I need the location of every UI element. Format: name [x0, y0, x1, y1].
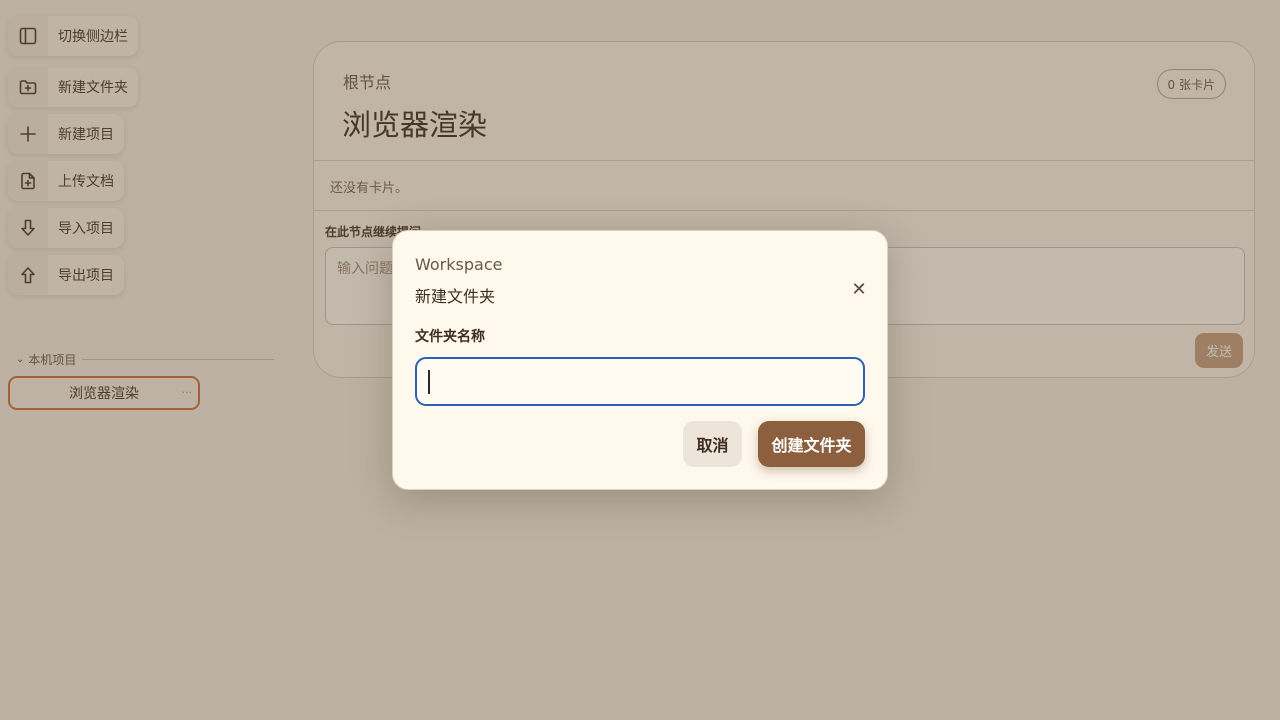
dialog-eyebrow: Workspace: [415, 255, 503, 274]
dialog-title: 新建文件夹: [415, 287, 496, 306]
new-folder-dialog: Workspace 新建文件夹 ✕ 文件夹名称 取消 创建文件夹: [392, 230, 888, 490]
text-cursor: [428, 370, 430, 394]
create-folder-button[interactable]: 创建文件夹: [758, 421, 865, 467]
folder-name-label: 文件夹名称: [415, 329, 485, 345]
cancel-button[interactable]: 取消: [683, 421, 742, 467]
folder-name-input[interactable]: [415, 357, 865, 406]
close-icon[interactable]: ✕: [849, 279, 869, 300]
